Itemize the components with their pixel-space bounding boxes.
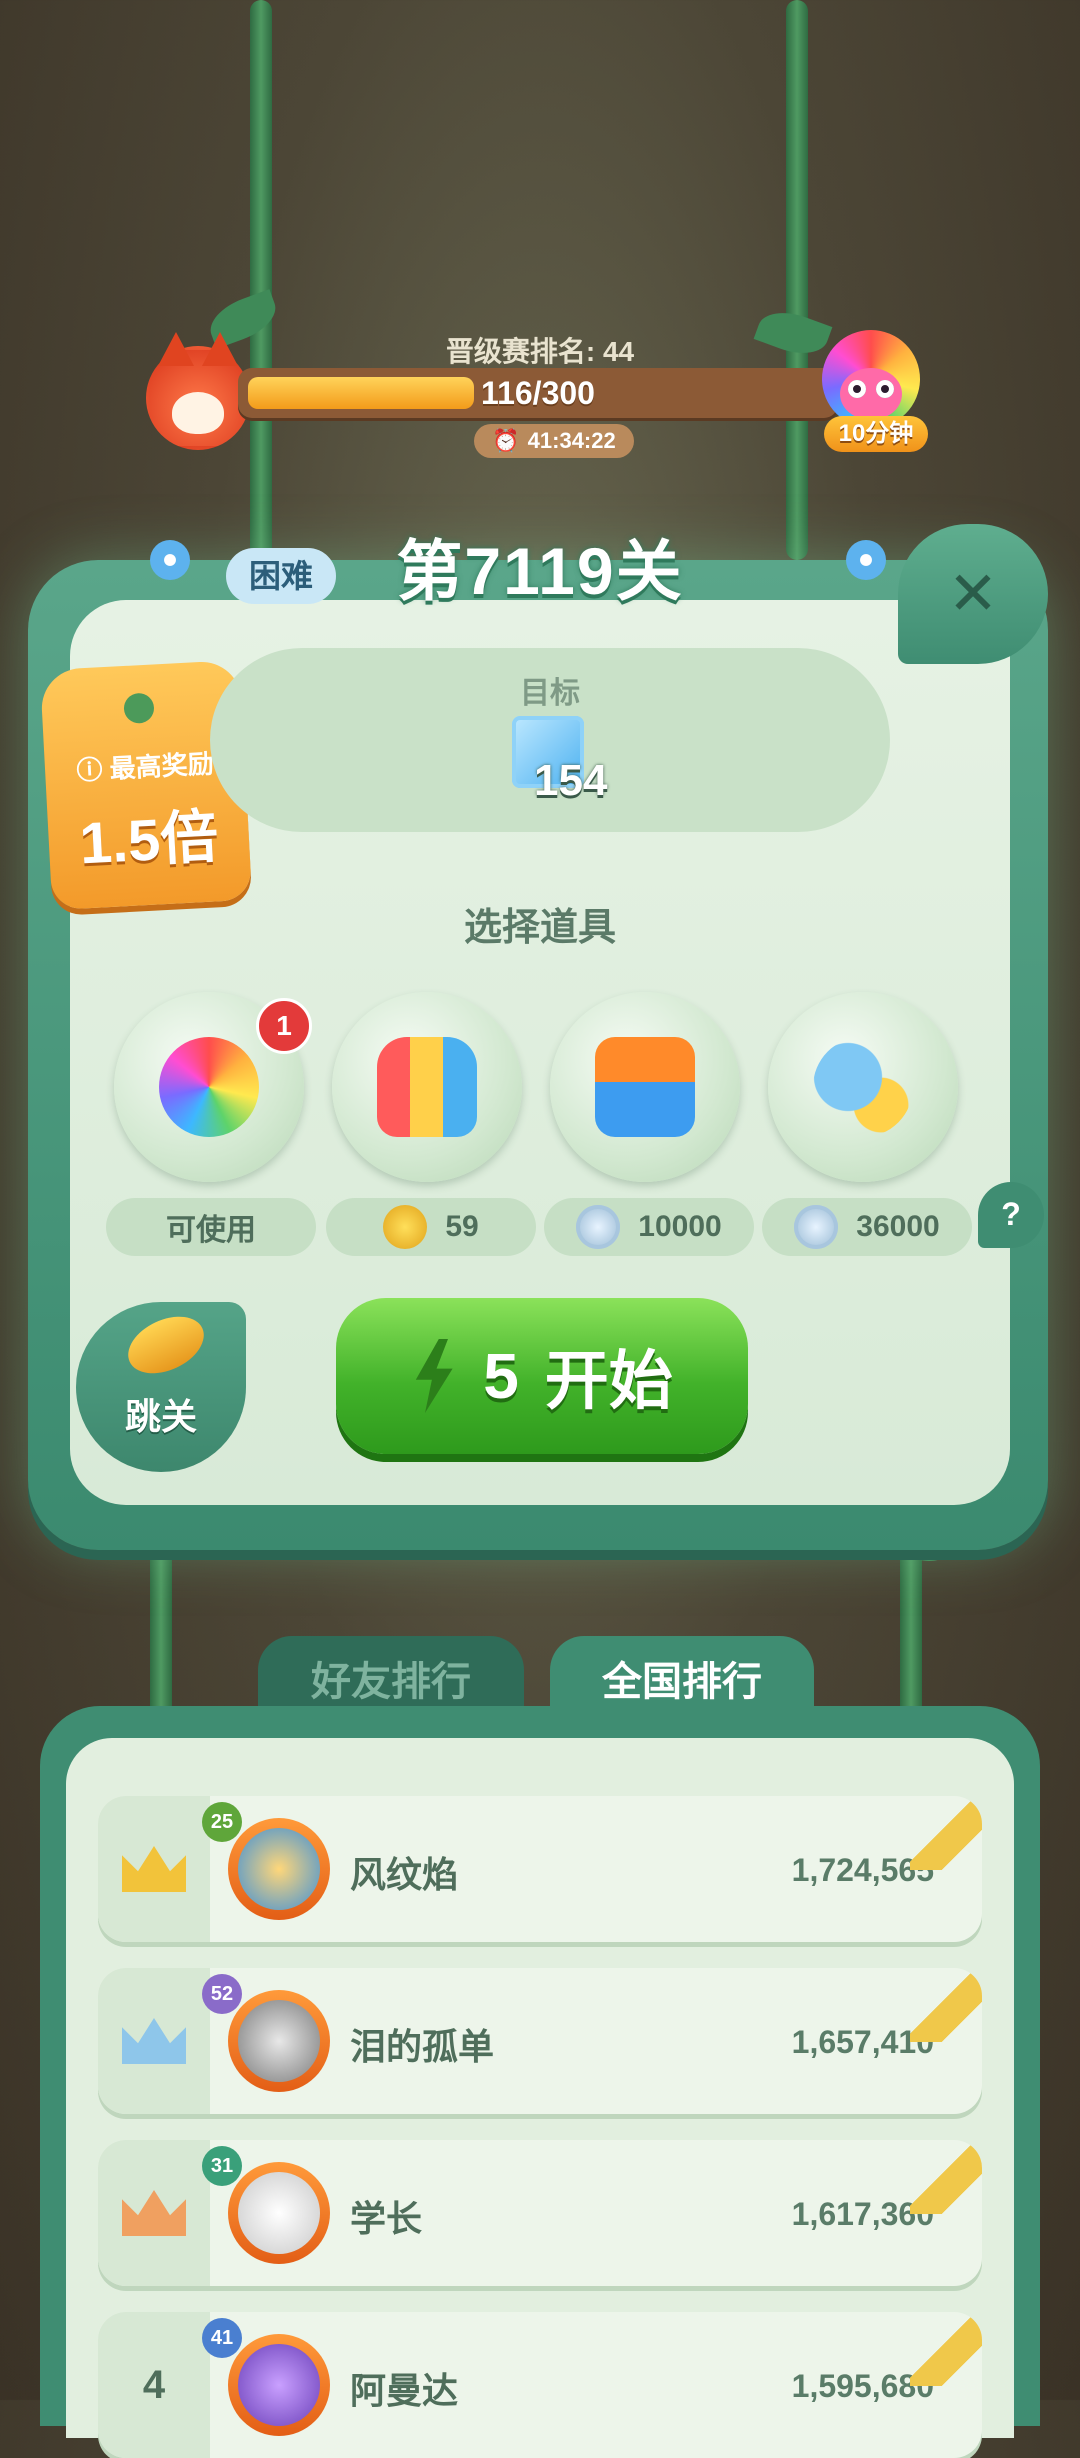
target-label: 目标: [520, 677, 580, 710]
avatar[interactable]: [228, 1990, 330, 2092]
select-boosters-title: 选择道具: [463, 907, 616, 949]
corner-ribbon: [910, 1968, 982, 2042]
close-button[interactable]: ✕: [898, 524, 1048, 664]
skip-label: 跳关: [124, 1396, 197, 1437]
price-value: 59: [445, 1210, 479, 1243]
plus-three-moves-icon: [595, 1037, 695, 1137]
event-timer: ⏰ 41:34:22: [474, 424, 634, 458]
reward-duration-badge: 10分钟: [824, 416, 928, 452]
max-reward-value: 1.5倍: [77, 804, 220, 877]
rank-cell: 4: [98, 2312, 210, 2458]
booster-rockets[interactable]: [332, 992, 522, 1182]
start-button[interactable]: 5 开始: [336, 1298, 748, 1454]
player-name: 泪的孤单: [350, 2026, 495, 2067]
rank-number: 4: [142, 2362, 166, 2407]
avatar[interactable]: [228, 2334, 330, 2436]
info-icon: ⓘ: [75, 754, 104, 786]
start-label: 开始: [544, 1345, 673, 1417]
fox-avatar-icon: [146, 332, 250, 450]
player-level-badge: 52: [202, 1974, 242, 2014]
leaderboard-row[interactable]: 52 泪的孤单 1,657,410: [98, 1968, 982, 2114]
timer-text: 41:34:22: [527, 428, 616, 453]
skip-level-button[interactable]: 跳关: [76, 1302, 246, 1472]
progress-text: 116/300: [481, 375, 595, 411]
silver-coin-icon: [794, 1205, 839, 1249]
avatar[interactable]: [228, 2162, 330, 2264]
booster-plus-three[interactable]: [550, 992, 740, 1182]
silver-coin-icon: [576, 1205, 621, 1249]
clock-icon: ⏰: [492, 428, 520, 453]
target-box: 目标 154: [210, 648, 890, 832]
left-vine: [250, 0, 272, 560]
player-name: 风纹焰: [350, 1854, 459, 1895]
leaderboard-row[interactable]: 25 风纹焰 1,724,565: [98, 1796, 982, 1942]
avatar[interactable]: [228, 1818, 330, 1920]
hippo-chick-icon: [813, 1037, 913, 1137]
price-value: 36000: [856, 1210, 940, 1243]
player-name: 学长: [350, 2198, 423, 2239]
corner-ribbon: [910, 2140, 982, 2214]
corner-ribbon: [910, 1796, 982, 1870]
player-level-badge: 41: [202, 2318, 242, 2358]
silver-crown-icon: [122, 2018, 186, 2064]
start-cost: 5: [483, 1340, 519, 1412]
rockets-icon: [377, 1037, 477, 1137]
left-lower-vine: [150, 1520, 172, 1720]
bronze-crown-icon: [122, 2190, 186, 2236]
rank-cell: [98, 1968, 210, 2114]
question-icon: ?: [1001, 1196, 1021, 1232]
price-plus-three: 10000: [544, 1198, 754, 1256]
rainbow-owl-reward-icon[interactable]: [822, 330, 920, 428]
player-level-badge: 31: [202, 2146, 242, 2186]
promotion-progress-bar: 116/300: [238, 368, 838, 418]
leaderboard-row[interactable]: 4 41 阿曼达 1,595,680: [98, 2312, 982, 2458]
rank-cell: [98, 2140, 210, 2286]
player-name: 阿曼达: [350, 2370, 459, 2411]
target-count: 154: [534, 756, 608, 805]
corner-ribbon: [910, 2312, 982, 2386]
price-hippo-chick: 36000: [762, 1198, 972, 1256]
rainbow-owl-icon: [159, 1037, 259, 1137]
bean-icon: [119, 1305, 213, 1385]
price-owl: 可使用: [106, 1198, 316, 1256]
close-icon: ✕: [947, 560, 999, 627]
price-rockets: 59: [326, 1198, 536, 1256]
right-vine: [786, 0, 808, 560]
player-level-badge: 25: [202, 1802, 242, 1842]
booster-count-badge: 1: [256, 998, 312, 1054]
help-button[interactable]: ?: [978, 1182, 1044, 1248]
leaderboard-row[interactable]: 31 学长 1,617,360: [98, 2140, 982, 2286]
gold-crown-icon: [122, 1846, 186, 1892]
tag-hole: [123, 692, 155, 725]
rank-cell: [98, 1796, 210, 1942]
booster-hippo-chick[interactable]: [768, 992, 958, 1182]
energy-bolt-icon: [415, 1339, 453, 1413]
available-text: 可使用: [166, 1214, 256, 1247]
gold-coin-icon: [383, 1205, 428, 1249]
price-value: 10000: [638, 1210, 722, 1243]
